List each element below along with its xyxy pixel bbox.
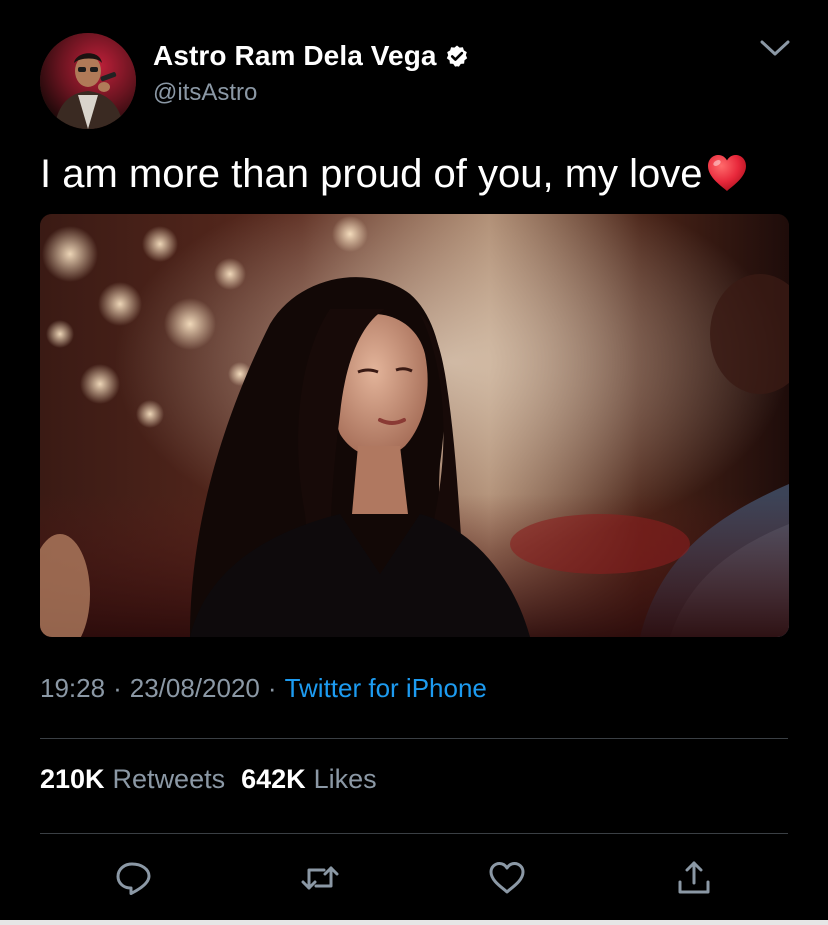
retweets-count: 210K xyxy=(40,764,105,794)
author-display-name[interactable]: Astro Ram Dela Vega xyxy=(153,40,437,72)
author-name-row[interactable]: Astro Ram Dela Vega xyxy=(153,40,469,72)
tweet-meta: 19:28 · 23/08/2020 · Twitter for iPhone xyxy=(40,673,487,704)
share-icon xyxy=(678,861,710,894)
tweet-photo-image xyxy=(40,214,789,637)
author-handle[interactable]: @itsAstro xyxy=(153,79,257,107)
meta-separator: · xyxy=(267,673,277,703)
avatar-photo xyxy=(40,33,136,129)
likes-label: Likes xyxy=(313,764,377,794)
tweet-body: I am more than proud of you, my love xyxy=(40,148,749,200)
like-button[interactable] xyxy=(487,858,527,898)
likes-stat[interactable]: 642K Likes xyxy=(241,764,377,795)
heart-icon xyxy=(489,862,525,894)
reply-icon xyxy=(116,862,151,895)
red-heart-emoji-icon xyxy=(705,152,749,196)
retweets-stat[interactable]: 210K Retweets xyxy=(40,764,225,795)
bottom-edge xyxy=(0,920,828,925)
tweet-detail-screen: Astro Ram Dela Vega @itsAstro I am more … xyxy=(0,0,828,920)
tweet-date: 23/08/2020 xyxy=(129,673,260,703)
retweets-label: Retweets xyxy=(112,764,226,794)
more-options-chevron-down-icon[interactable] xyxy=(758,36,792,60)
tweet-source-link[interactable]: Twitter for iPhone xyxy=(285,673,487,704)
divider xyxy=(40,833,788,834)
meta-separator: · xyxy=(113,673,122,703)
divider xyxy=(40,738,788,739)
retweet-icon xyxy=(301,866,339,890)
verified-badge-icon xyxy=(445,44,469,68)
likes-count: 642K xyxy=(241,764,306,794)
tweet-text: I am more than proud of you, my love xyxy=(40,152,703,196)
reply-button[interactable] xyxy=(114,858,154,898)
tweet-photo[interactable] xyxy=(40,214,789,637)
share-button[interactable] xyxy=(674,858,714,898)
tweet-stats: 210K Retweets 642K Likes xyxy=(40,764,377,795)
retweet-button[interactable] xyxy=(300,858,340,898)
author-avatar[interactable] xyxy=(40,33,136,129)
tweet-time: 19:28 xyxy=(40,673,106,703)
